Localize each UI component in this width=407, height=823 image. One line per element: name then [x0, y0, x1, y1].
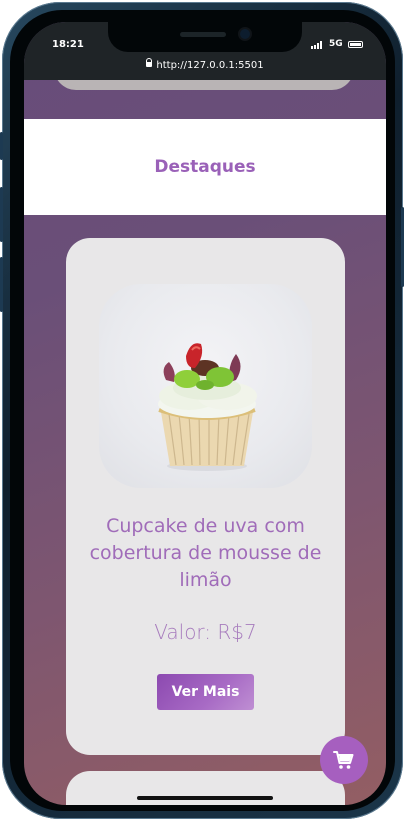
volume-up-button: [0, 187, 3, 242]
cart-button[interactable]: [320, 736, 368, 784]
lock-icon: [146, 57, 153, 67]
home-indicator[interactable]: [137, 796, 273, 800]
network-type: 5G: [329, 39, 343, 49]
url-text: http://127.0.0.1:5501: [156, 60, 264, 71]
mute-switch: [0, 132, 3, 160]
notch: [108, 22, 302, 52]
status-bar: 18:21 5G http://127.0.0.1:5501: [24, 22, 386, 80]
power-button: [401, 207, 404, 287]
product-title: Cupcake de uva com cobertura de mousse d…: [89, 515, 322, 591]
screen: Destaques Cupcake de uva com cobertura d…: [24, 22, 386, 805]
cart-icon: [333, 751, 354, 769]
speaker: [180, 32, 226, 37]
status-time: 18:21: [52, 39, 84, 50]
product-card: Cupcake de uva com cobertura de mousse d…: [66, 238, 345, 755]
front-camera: [240, 29, 250, 39]
section-title: Destaques: [154, 157, 256, 177]
product-price: Valor: R$7: [154, 620, 257, 644]
section-header: Destaques: [24, 119, 386, 215]
address-bar[interactable]: http://127.0.0.1:5501: [24, 57, 386, 71]
signal-icon: [311, 41, 322, 49]
battery-icon: [348, 41, 363, 48]
volume-down-button: [0, 257, 3, 312]
see-more-button[interactable]: Ver Mais: [157, 674, 254, 710]
cupcake-image: [158, 343, 257, 471]
cupcake-photo: [99, 284, 312, 488]
phone-frame: Destaques Cupcake de uva com cobertura d…: [0, 2, 404, 819]
